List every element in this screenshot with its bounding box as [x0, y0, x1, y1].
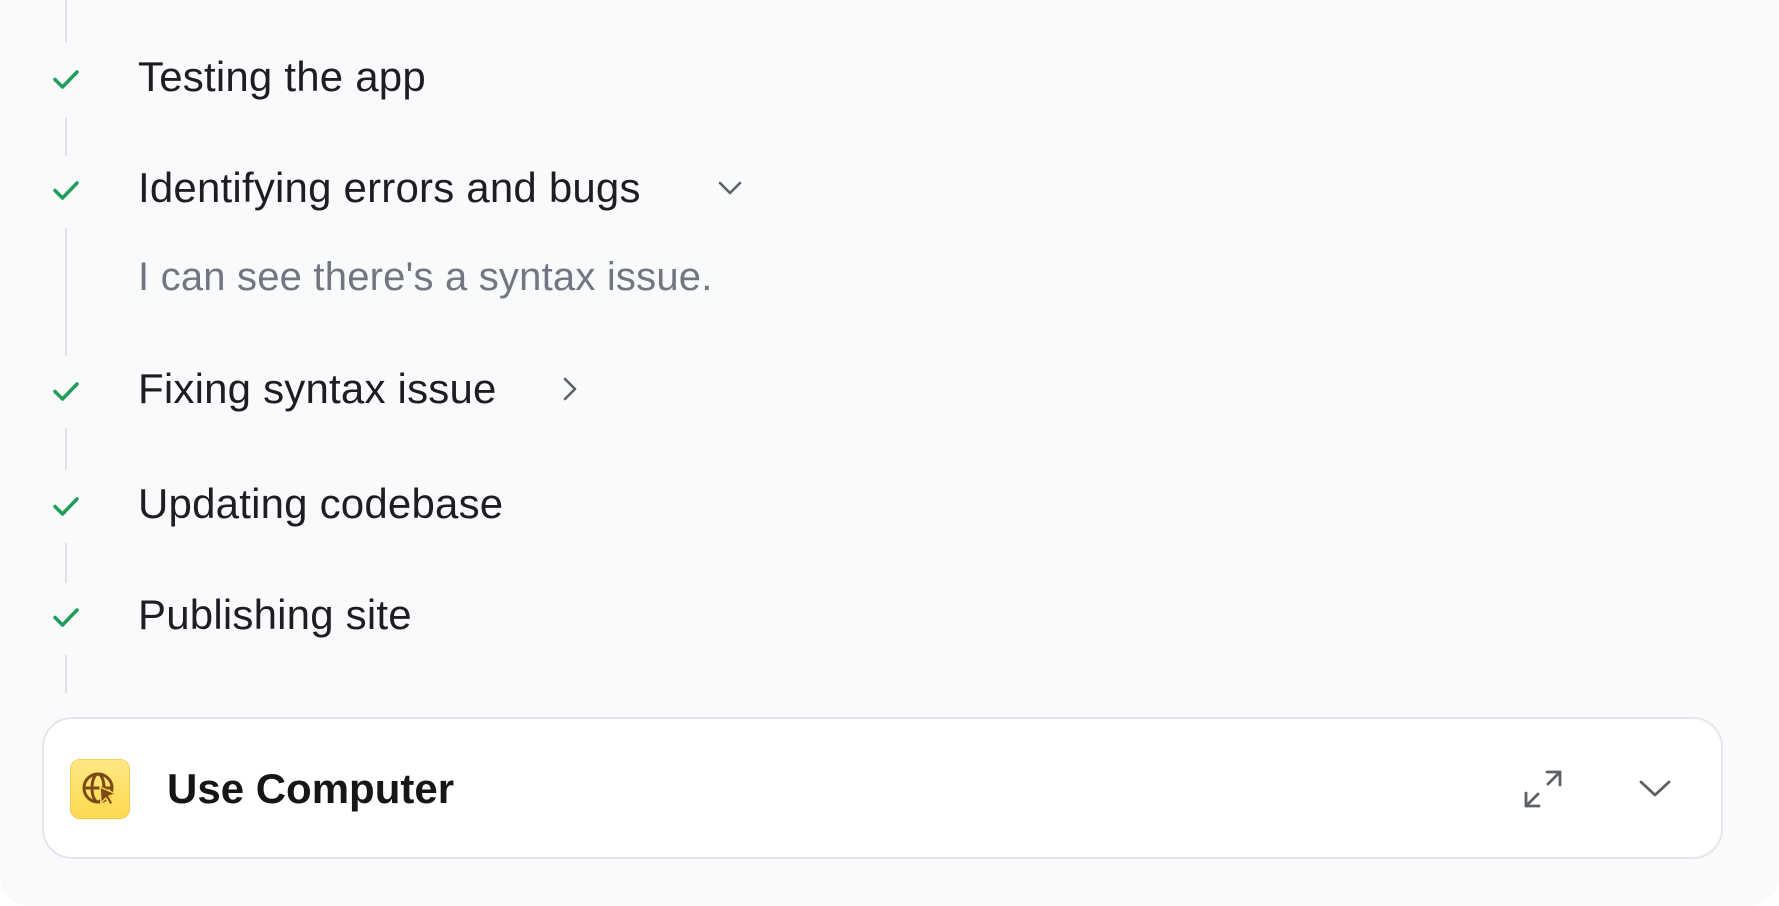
check-icon [53, 70, 79, 89]
step-label: Identifying errors and bugs [138, 164, 641, 211]
step-label: Publishing site [138, 591, 412, 638]
timeline-rail [65, 0, 67, 42]
expand-icon[interactable] [1518, 764, 1568, 814]
step-label: Updating codebase [138, 480, 504, 527]
chevron-right-icon[interactable] [553, 372, 587, 406]
tool-card-title: Use Computer [167, 765, 455, 812]
timeline-rail [65, 428, 67, 470]
step-updating-codebase: Updating codebase [0, 474, 560, 534]
use-computer-card[interactable]: Use Computer [42, 717, 1723, 859]
task-progress-panel: Testing the app Identifying errors and b… [0, 0, 1779, 906]
step-publishing-site: Publishing site [0, 585, 500, 645]
chevron-down-icon[interactable] [1630, 764, 1680, 814]
check-icon [53, 181, 79, 200]
check-icon [53, 497, 79, 516]
check-icon [53, 608, 79, 627]
timeline-rail [65, 228, 67, 356]
step-label: Testing the app [138, 53, 426, 100]
step-fixing-syntax-issue[interactable]: Fixing syntax issue [0, 359, 600, 419]
step-testing-the-app: Testing the app [0, 47, 500, 107]
timeline-rail [65, 543, 67, 583]
check-icon [53, 382, 79, 401]
step-identifying-errors[interactable]: Identifying errors and bugs [0, 158, 760, 218]
chevron-down-icon[interactable] [713, 171, 747, 205]
step-detail-text: I can see there's a syntax issue. [138, 255, 713, 299]
timeline-rail [65, 655, 67, 693]
timeline-rail [65, 118, 67, 156]
step-label: Fixing syntax issue [138, 365, 497, 412]
globe-cursor-icon [70, 759, 130, 819]
